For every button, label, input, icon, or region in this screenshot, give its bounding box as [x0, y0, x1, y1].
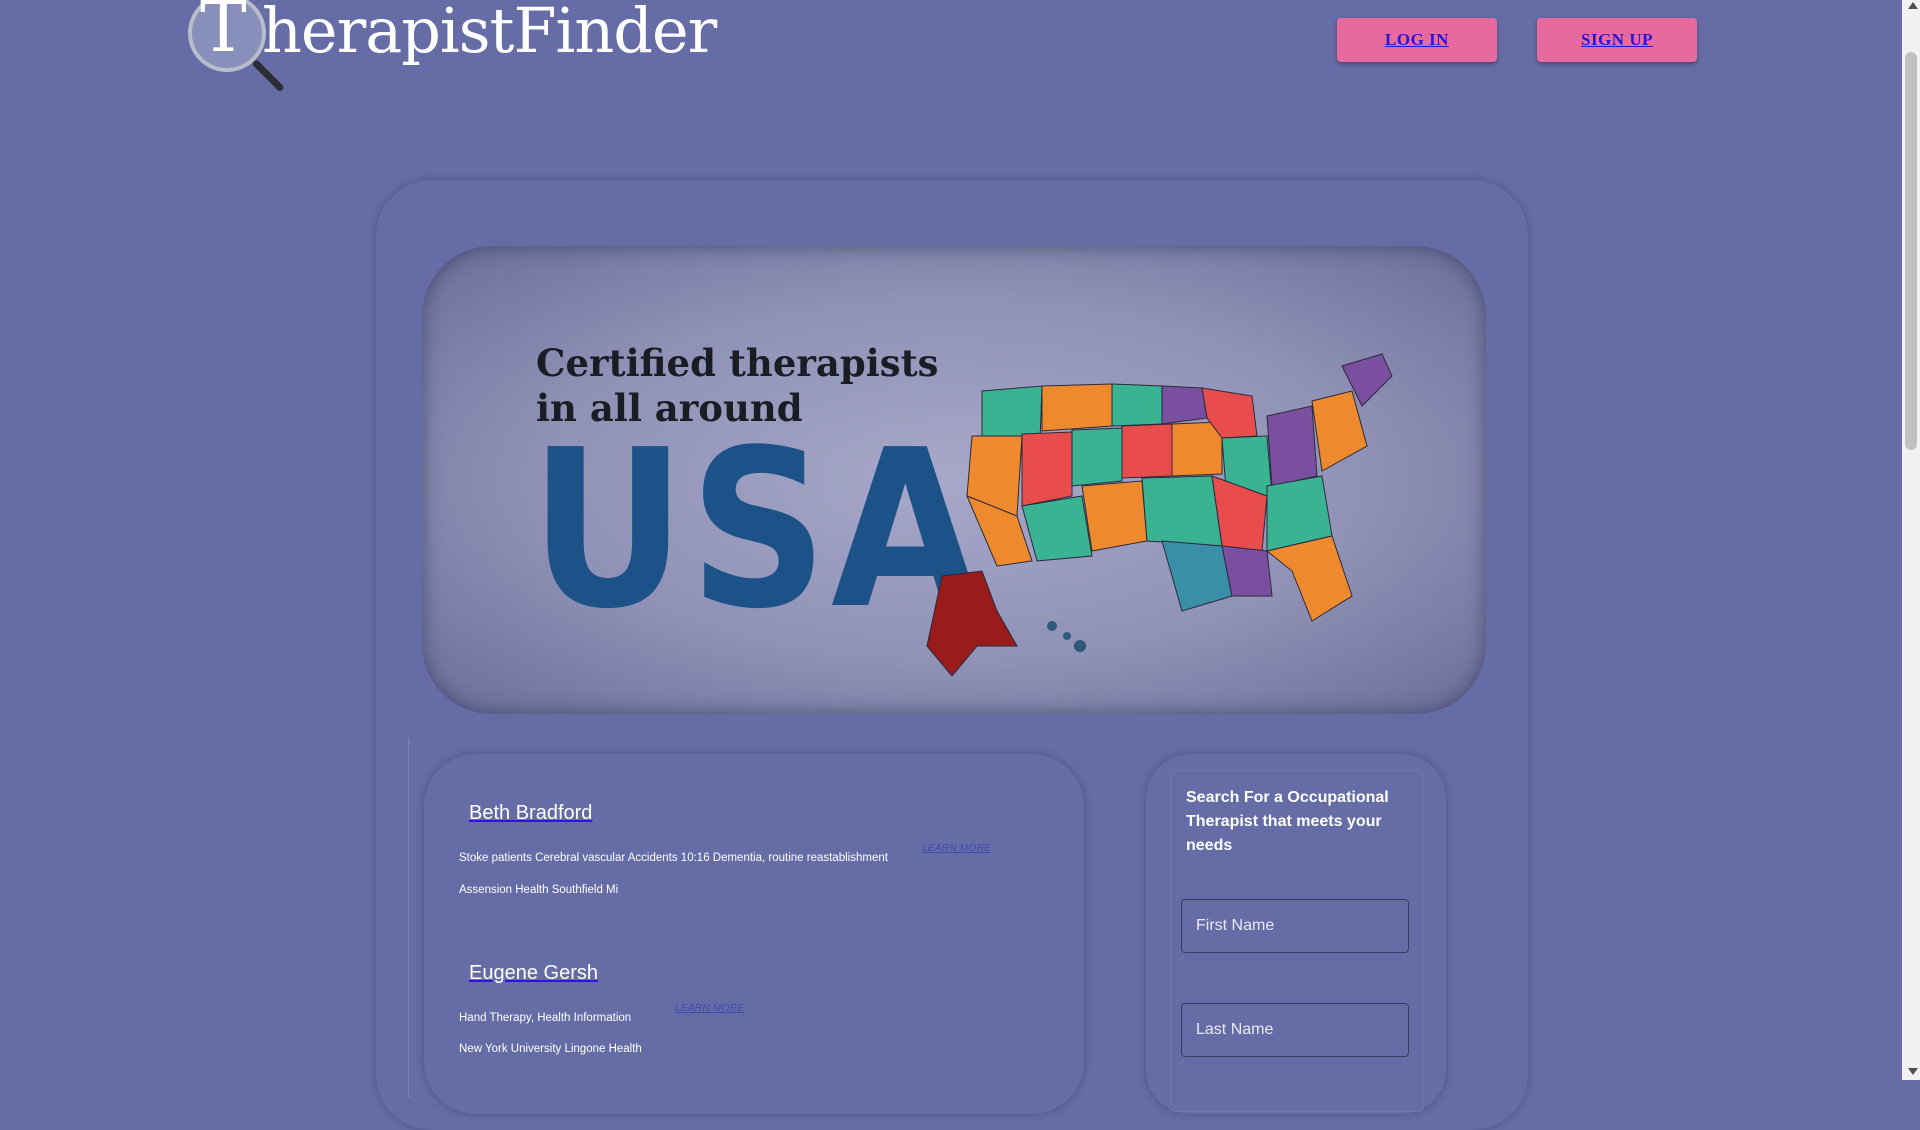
scroll-down-arrow-icon[interactable] — [1908, 1068, 1918, 1075]
learn-more-link[interactable]: LEARN MORE — [675, 1003, 744, 1014]
scroll-up-arrow-icon[interactable] — [1908, 2, 1918, 9]
usa-map-icon — [926, 353, 1393, 677]
logo-initial: T — [200, 0, 247, 68]
therapist-location: Assension Health Southfield Mi — [459, 884, 619, 896]
hero-banner: Certified therapists in all around USA — [422, 246, 1486, 714]
therapist-location: New York University Lingone Health — [459, 1043, 642, 1055]
last-name-field[interactable] — [1181, 1003, 1409, 1057]
signup-button[interactable]: SIGN UP — [1537, 18, 1697, 62]
search-title: Search For a Occupational Therapist that… — [1186, 789, 1389, 854]
therapist-specialties: Hand Therapy, Health Information — [459, 1012, 632, 1024]
therapist-name-link[interactable]: Beth Bradford — [469, 802, 592, 825]
login-button[interactable]: LOG IN — [1337, 18, 1497, 62]
hero-headline-line1: Certified therapists — [536, 341, 939, 385]
hero-country: USA — [530, 404, 983, 657]
logo-text: herapistFinder — [262, 0, 717, 67]
therapist-name-link[interactable]: Eugene Gersh — [469, 962, 598, 985]
therapist-specialties: Stoke patients Cerebral vascular Acciden… — [459, 852, 888, 864]
learn-more-link[interactable]: LEARN MORE — [922, 843, 991, 854]
first-name-field[interactable] — [1181, 899, 1409, 953]
scrollbar-thumb[interactable] — [1905, 52, 1917, 450]
